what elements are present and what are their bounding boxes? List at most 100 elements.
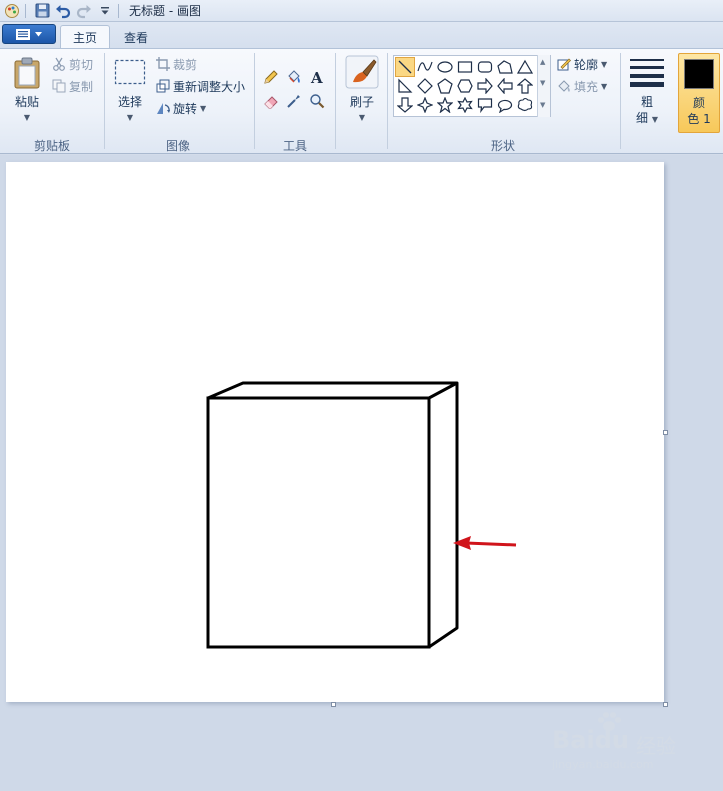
cube-side-face bbox=[428, 383, 459, 649]
ribbon-tab-row: 主页 查看 bbox=[0, 22, 723, 49]
outline-button[interactable]: 轮廓 ▼ bbox=[557, 55, 607, 73]
brushes-button[interactable]: 刷子 ▼ bbox=[342, 55, 382, 129]
chevron-down-icon: ▼ bbox=[126, 113, 134, 122]
polygon-shape-icon[interactable] bbox=[495, 57, 515, 77]
clipboard-icon bbox=[14, 57, 40, 89]
fill-icon bbox=[558, 80, 570, 92]
shapes-gallery: ▲ ▼ ▼ bbox=[393, 55, 551, 117]
baidu-jingyan-watermark: Baidu 经验 jingyan.baidu.com bbox=[552, 712, 692, 774]
copy-button: 复制 bbox=[52, 77, 93, 95]
color1-swatch bbox=[684, 59, 714, 89]
canvas-resize-handle-corner[interactable] bbox=[663, 702, 668, 707]
redo-icon bbox=[75, 2, 93, 20]
scroll-down-icon[interactable]: ▼ bbox=[540, 79, 545, 87]
chevron-down-icon: ▼ bbox=[651, 115, 658, 124]
line-shape-icon[interactable] bbox=[395, 57, 415, 77]
triangle-shape-icon[interactable] bbox=[515, 57, 535, 77]
drawing-canvas[interactable] bbox=[6, 162, 664, 702]
resize-label: 重新调整大小 bbox=[173, 79, 246, 94]
color-picker-icon[interactable] bbox=[284, 91, 304, 111]
pencil-icon[interactable] bbox=[261, 67, 281, 87]
canvas-resize-handle-bottom[interactable] bbox=[331, 702, 336, 707]
select-label: 选择 bbox=[117, 95, 142, 109]
right-triangle-shape-icon[interactable] bbox=[395, 76, 415, 96]
size-button[interactable]: 粗 细 ▼ bbox=[626, 55, 668, 131]
copy-label: 复制 bbox=[69, 79, 94, 94]
diamond-shape-icon[interactable] bbox=[415, 76, 435, 96]
four-point-star-shape-icon[interactable] bbox=[415, 95, 435, 115]
rotate-label: 旋转 bbox=[173, 101, 198, 116]
select-button[interactable]: 选择 ▼ bbox=[112, 57, 148, 127]
scroll-up-icon[interactable]: ▲ bbox=[540, 58, 545, 66]
shapes-group-label: 形状 bbox=[490, 139, 515, 153]
separator bbox=[387, 53, 388, 149]
undo-icon[interactable] bbox=[54, 2, 72, 20]
crop-label: 裁剪 bbox=[173, 57, 198, 72]
size-label-line1: 粗 bbox=[640, 95, 653, 109]
chevron-down-icon bbox=[35, 31, 42, 36]
expand-gallery-icon[interactable]: ▼ bbox=[540, 101, 545, 109]
customize-toolbar-dropdown-icon[interactable] bbox=[96, 2, 114, 20]
clipboard-group-label: 剪贴板 bbox=[33, 139, 70, 153]
title-bar: 无标题 - 画图 bbox=[0, 0, 723, 22]
separator bbox=[335, 53, 336, 149]
fill-bucket-icon[interactable] bbox=[284, 67, 304, 87]
outline-icon bbox=[557, 58, 571, 71]
brushes-label: 刷子 bbox=[349, 95, 374, 109]
size-label-line2: 细 bbox=[636, 111, 649, 125]
watermark-brand: Baidu bbox=[552, 726, 629, 754]
save-icon[interactable] bbox=[33, 2, 51, 20]
color1-label-line1: 颜 bbox=[692, 96, 705, 110]
curve-shape-icon[interactable] bbox=[415, 57, 435, 77]
oval-shape-icon[interactable] bbox=[435, 57, 455, 77]
tab-home[interactable]: 主页 bbox=[60, 25, 111, 49]
eraser-icon[interactable] bbox=[261, 91, 281, 111]
pentagon-shape-icon[interactable] bbox=[435, 76, 455, 96]
canvas-resize-handle-right[interactable] bbox=[663, 430, 668, 435]
color1-label-line2: 色 1 bbox=[687, 112, 711, 126]
outline-label: 轮廓 bbox=[574, 57, 599, 72]
red-arrow-shaft bbox=[465, 541, 517, 547]
rect-callout-shape-icon[interactable] bbox=[475, 95, 495, 115]
scissors-icon bbox=[53, 57, 65, 71]
color1-button[interactable]: 颜 色 1 bbox=[678, 53, 720, 133]
chevron-down-icon: ▼ bbox=[601, 59, 608, 69]
chevron-down-icon: ▼ bbox=[23, 113, 31, 122]
magnifier-icon[interactable] bbox=[307, 91, 327, 111]
paste-button[interactable]: 粘贴 ▼ bbox=[10, 55, 44, 125]
rounded-rectangle-shape-icon[interactable] bbox=[475, 57, 495, 77]
cloud-callout-shape-icon[interactable] bbox=[515, 95, 535, 115]
cube-top-face bbox=[207, 381, 459, 400]
text-tool-icon[interactable]: A bbox=[307, 67, 327, 87]
paste-label: 粘贴 bbox=[14, 95, 39, 109]
image-group-label: 图像 bbox=[165, 139, 190, 153]
separator bbox=[254, 53, 255, 149]
up-arrow-shape-icon[interactable] bbox=[515, 76, 535, 96]
resize-button[interactable]: 重新调整大小 bbox=[156, 77, 245, 95]
six-point-star-shape-icon[interactable] bbox=[455, 95, 475, 115]
hexagon-shape-icon[interactable] bbox=[455, 76, 475, 96]
cut-label: 剪切 bbox=[69, 57, 94, 72]
down-arrow-shape-icon[interactable] bbox=[395, 95, 415, 115]
watermark-brand-cn: 经验 bbox=[636, 734, 676, 758]
separator bbox=[620, 53, 621, 149]
paint-menu-button[interactable] bbox=[2, 24, 56, 44]
cube-front-face bbox=[206, 396, 431, 649]
menu-icon bbox=[16, 28, 30, 40]
crop-icon bbox=[156, 57, 170, 71]
right-arrow-shape-icon[interactable] bbox=[475, 76, 495, 96]
rotate-button[interactable]: 旋转 ▼ bbox=[156, 99, 206, 117]
left-arrow-shape-icon[interactable] bbox=[495, 76, 515, 96]
rectangle-shape-icon[interactable] bbox=[455, 57, 475, 77]
size-label-line2-wrap: 细 ▼ bbox=[626, 109, 668, 126]
crop-button: 裁剪 bbox=[156, 55, 197, 73]
copy-icon bbox=[52, 79, 66, 93]
oval-callout-shape-icon[interactable] bbox=[495, 95, 515, 115]
five-point-star-shape-icon[interactable] bbox=[435, 95, 455, 115]
rotate-icon bbox=[157, 103, 170, 114]
shapes-scrollbar[interactable]: ▲ ▼ ▼ bbox=[537, 55, 550, 117]
tab-view[interactable]: 查看 bbox=[112, 25, 160, 49]
fill-button: 填充 ▼ bbox=[557, 77, 607, 95]
tab-home-label: 主页 bbox=[73, 31, 98, 45]
paint-app-icon[interactable] bbox=[3, 2, 21, 20]
